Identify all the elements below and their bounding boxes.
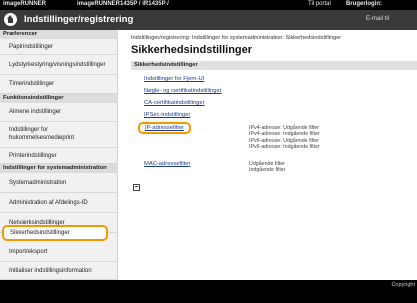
brand-label: imageRUNNER xyxy=(3,1,47,7)
link-mac-address-filter[interactable]: MAC-adressefilter xyxy=(144,161,190,167)
ip-filter-info: IPv4-adresse: Udgående filter IPv4-adres… xyxy=(249,125,320,151)
model-label: imageRUNNER1435P / iR1435P / xyxy=(77,1,169,7)
footer: Copyright xyxy=(0,280,417,303)
header-bar: Indstillinger/registrering E-mail til xyxy=(0,10,417,30)
ip-filter-info-line: IPv4-adresse: Indgående filter xyxy=(249,131,320,138)
page-title: Sikkerhedsindstillinger xyxy=(131,44,253,56)
sidebar-item-import-export[interactable]: Import/eksport xyxy=(0,242,118,262)
link-remote-ui[interactable]: Indstillinger for Fjern-UI xyxy=(144,76,204,82)
mac-filter-info: Udgående filter Indgående filter xyxy=(249,161,286,174)
sidebar-item-system-admin[interactable]: Systemadministration xyxy=(0,173,118,193)
sidebar: Præferencer Papirindstillinger Lydstyrke… xyxy=(0,30,118,280)
sidebar-item-timer[interactable]: Timerindstillinger xyxy=(0,75,118,94)
link-ip-address-filter[interactable]: IP-adressefilter xyxy=(138,122,191,134)
link-ipsec[interactable]: IPSec-indstillinger xyxy=(144,112,190,118)
sidebar-item-general[interactable]: Almene indstillinger xyxy=(0,103,118,122)
menu-icon[interactable] xyxy=(133,184,140,191)
user-login-label: Brugerlogin: xyxy=(346,1,382,7)
sidebar-item-printer[interactable]: Printerindstillinger xyxy=(0,148,118,164)
ip-filter-info-line: IPv6-adresse: Indgående filter xyxy=(249,144,320,151)
sidebar-item-memory-media-print[interactable]: Indstillinger for hukommelsesmedieprint xyxy=(0,122,118,148)
home-icon[interactable] xyxy=(4,13,17,26)
sidebar-heading-system-admin: Indstillinger for systemadministration xyxy=(0,164,118,173)
sidebar-item-initialize[interactable]: Initialiser indstillingsinformation xyxy=(0,262,118,280)
mac-filter-info-line: Indgående filter xyxy=(249,167,286,174)
link-ca-certificate[interactable]: CA-certifikatindstillinger xyxy=(144,100,205,106)
portal-link[interactable]: Til portal xyxy=(308,1,331,7)
sidebar-heading-functions: Funktionsindstillinger xyxy=(0,94,118,103)
email-link[interactable]: E-mail til xyxy=(366,16,389,22)
sidebar-heading-preferences: Præferencer xyxy=(0,30,118,39)
section-heading: Sikkerhedsindstillinger xyxy=(131,61,417,70)
main-content: Indstillinger/registrering: Indstillinge… xyxy=(119,30,417,280)
top-bar: imageRUNNER imageRUNNER1435P / iR1435P /… xyxy=(0,0,417,10)
breadcrumb: Indstillinger/registrering: Indstillinge… xyxy=(131,35,342,41)
sidebar-item-security[interactable]: Sikkerhedsindstillinger xyxy=(2,225,108,241)
copyright-text: Copyright xyxy=(391,282,415,288)
header-title: Indstillinger/registrering xyxy=(24,14,134,25)
link-key-certificate[interactable]: Nøgle- og certifikatindstillinger xyxy=(144,88,222,94)
sidebar-item-department-id[interactable]: Administration af Afdelings-ID xyxy=(0,193,118,213)
sidebar-item-paper[interactable]: Papirindstillinger xyxy=(0,39,118,55)
sidebar-item-volume-display[interactable]: Lydstyrkestyring/visningsindstillinger xyxy=(0,55,118,75)
